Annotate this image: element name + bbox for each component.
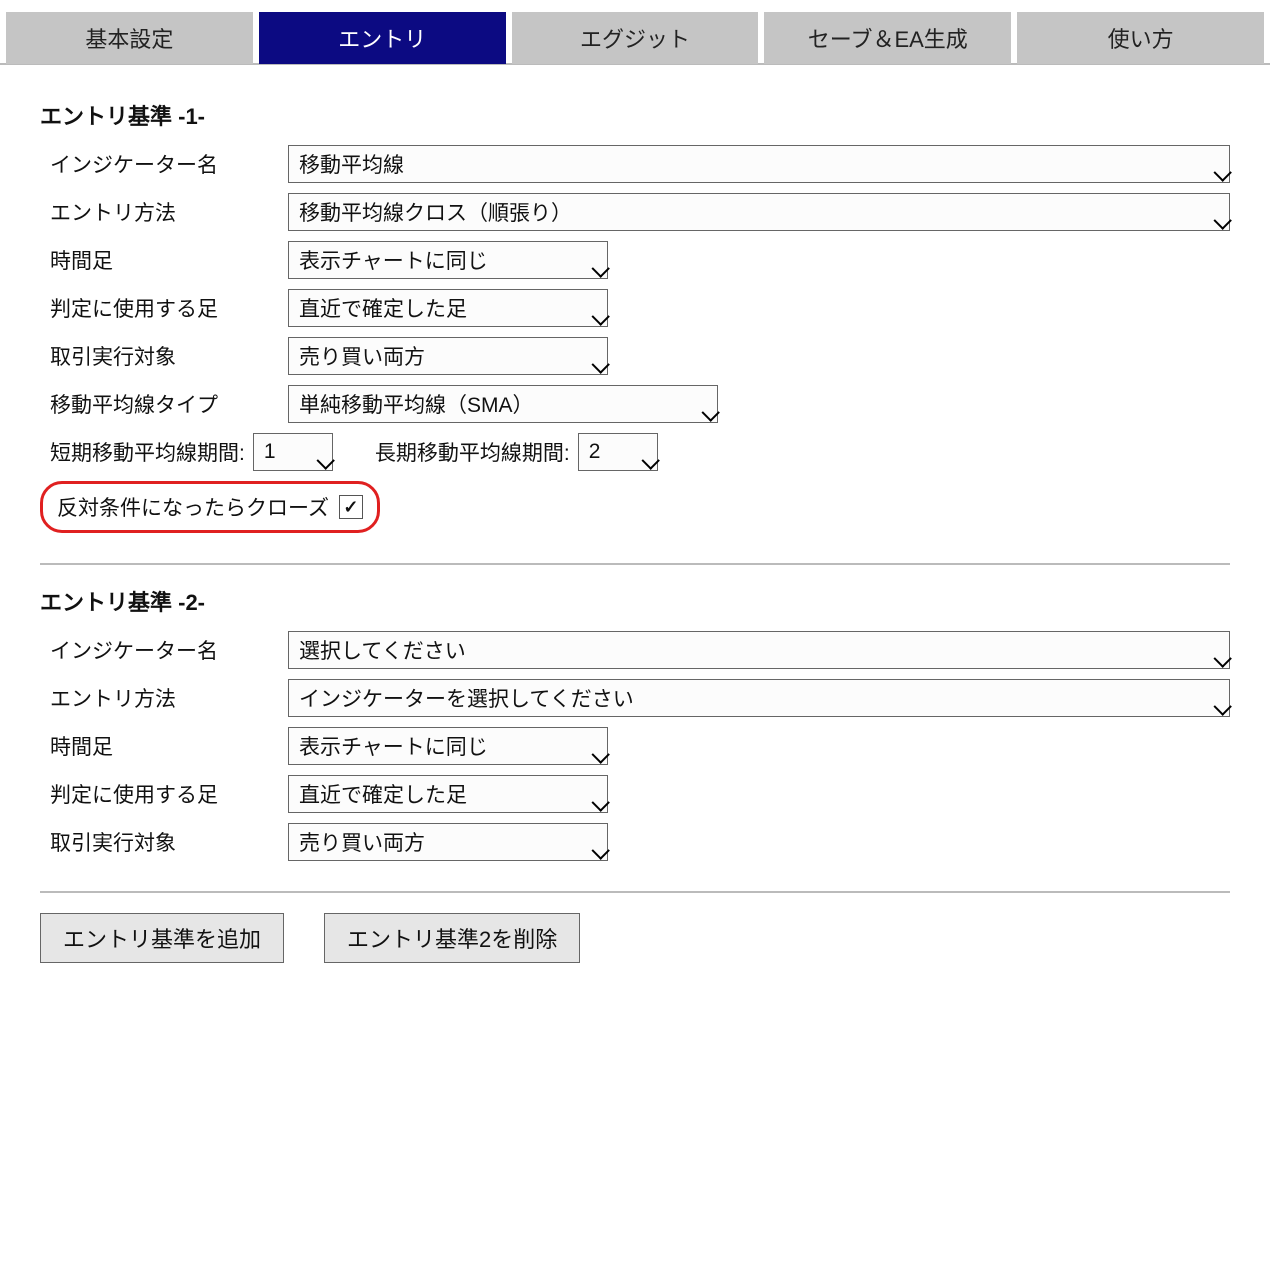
target-value-1: 売り買い両方 [299, 341, 425, 371]
entry-method-label-1: エントリ方法 [50, 197, 270, 227]
bar-select-1[interactable]: 直近で確定した足 [288, 289, 608, 327]
target-select-1[interactable]: 売り買い両方 [288, 337, 608, 375]
ma-type-label-1: 移動平均線タイプ [50, 389, 270, 419]
tab-exit[interactable]: エグジット [512, 12, 759, 64]
entry-method-value-2: インジケーターを選択してください [299, 683, 634, 713]
indicator-name-value-2: 選択してください [299, 635, 466, 665]
content-panel: エントリ基準 -1- インジケーター名 移動平均線 エントリ方法 移動平均線クロ… [0, 63, 1270, 1003]
indicator-name-label-2: インジケーター名 [50, 635, 270, 665]
long-period-label: 長期移動平均線期間: [375, 437, 570, 467]
tab-basic[interactable]: 基本設定 [6, 12, 253, 64]
bar-select-2[interactable]: 直近で確定した足 [288, 775, 608, 813]
timeframe-select-2[interactable]: 表示チャートに同じ [288, 727, 608, 765]
short-period-select[interactable]: 1 [253, 433, 333, 471]
delete-entry-standard-2-button[interactable]: エントリ基準2を削除 [324, 913, 580, 963]
tab-howto[interactable]: 使い方 [1017, 12, 1264, 64]
tab-bar: 基本設定 エントリ エグジット セーブ＆EA生成 使い方 [0, 0, 1270, 64]
close-on-opposite-row: 反対条件になったらクローズ ✓ [40, 481, 380, 533]
entry-method-value-1: 移動平均線クロス（順張り） [299, 197, 572, 227]
tab-save-ea[interactable]: セーブ＆EA生成 [764, 12, 1011, 64]
target-value-2: 売り買い両方 [299, 827, 425, 857]
bar-value-1: 直近で確定した足 [299, 293, 467, 323]
tab-entry[interactable]: エントリ [259, 12, 506, 64]
indicator-name-select-1[interactable]: 移動平均線 [288, 145, 1230, 183]
close-on-opposite-label: 反対条件になったらクローズ [57, 492, 329, 522]
section-divider [40, 891, 1230, 893]
add-entry-standard-button[interactable]: エントリ基準を追加 [40, 913, 284, 963]
entry-method-label-2: エントリ方法 [50, 683, 270, 713]
entry-method-select-1[interactable]: 移動平均線クロス（順張り） [288, 193, 1230, 231]
target-label-2: 取引実行対象 [50, 827, 270, 857]
short-period-label: 短期移動平均線期間: [50, 437, 245, 467]
timeframe-label-2: 時間足 [50, 731, 270, 761]
section-1-title: エントリ基準 -1- [40, 99, 1230, 131]
bar-value-2: 直近で確定した足 [299, 779, 467, 809]
long-period-value: 2 [589, 440, 601, 464]
target-select-2[interactable]: 売り買い両方 [288, 823, 608, 861]
timeframe-select-1[interactable]: 表示チャートに同じ [288, 241, 608, 279]
indicator-name-select-2[interactable]: 選択してください [288, 631, 1230, 669]
section-divider [40, 563, 1230, 565]
ma-type-select-1[interactable]: 単純移動平均線（SMA） [288, 385, 718, 423]
timeframe-label-1: 時間足 [50, 245, 270, 275]
button-row: エントリ基準を追加 エントリ基準2を削除 [40, 913, 1230, 963]
indicator-name-value-1: 移動平均線 [299, 149, 404, 179]
bar-label-1: 判定に使用する足 [50, 293, 270, 323]
long-period-select[interactable]: 2 [578, 433, 658, 471]
entry-method-select-2[interactable]: インジケーターを選択してください [288, 679, 1230, 717]
short-period-value: 1 [264, 440, 276, 464]
bar-label-2: 判定に使用する足 [50, 779, 270, 809]
timeframe-value-2: 表示チャートに同じ [299, 731, 488, 761]
ma-type-value-1: 単純移動平均線（SMA） [299, 389, 534, 419]
target-label-1: 取引実行対象 [50, 341, 270, 371]
timeframe-value-1: 表示チャートに同じ [299, 245, 488, 275]
close-on-opposite-checkbox[interactable]: ✓ [339, 495, 363, 519]
indicator-name-label-1: インジケーター名 [50, 149, 270, 179]
section-2-title: エントリ基準 -2- [40, 585, 1230, 617]
